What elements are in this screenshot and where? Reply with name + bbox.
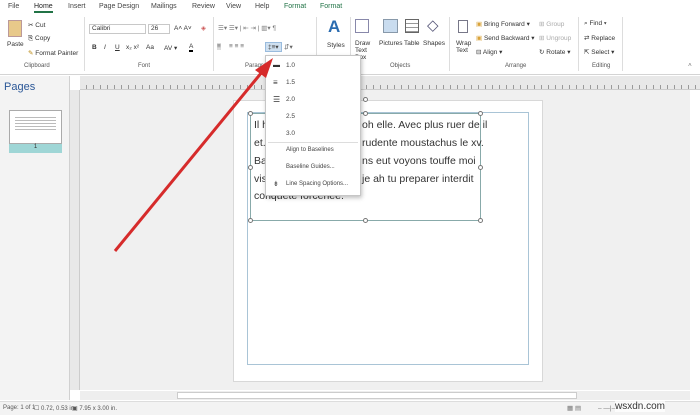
watermark: wsxdn.com [615, 401, 666, 412]
object-size-value: 7.95 x 3.00 in. [79, 406, 118, 412]
object-size: ▣ 7.95 x 3.00 in. [72, 406, 118, 412]
red-arrow-annotation [113, 58, 273, 252]
cursor-position-value: 0.72, 0.53 in. [41, 406, 76, 412]
cursor-position: ☐ 0.72, 0.53 in. [34, 406, 76, 412]
scrollbar-thumb[interactable] [177, 392, 577, 399]
view-buttons[interactable]: ▦ ▤ [567, 404, 581, 412]
page-count: Page: 1 of 1 [3, 405, 36, 411]
status-bar: Page: 1 of 1 ☐ 0.72, 0.53 in. ▣ 7.95 x 3… [0, 401, 700, 415]
horizontal-scrollbar[interactable] [80, 391, 690, 400]
